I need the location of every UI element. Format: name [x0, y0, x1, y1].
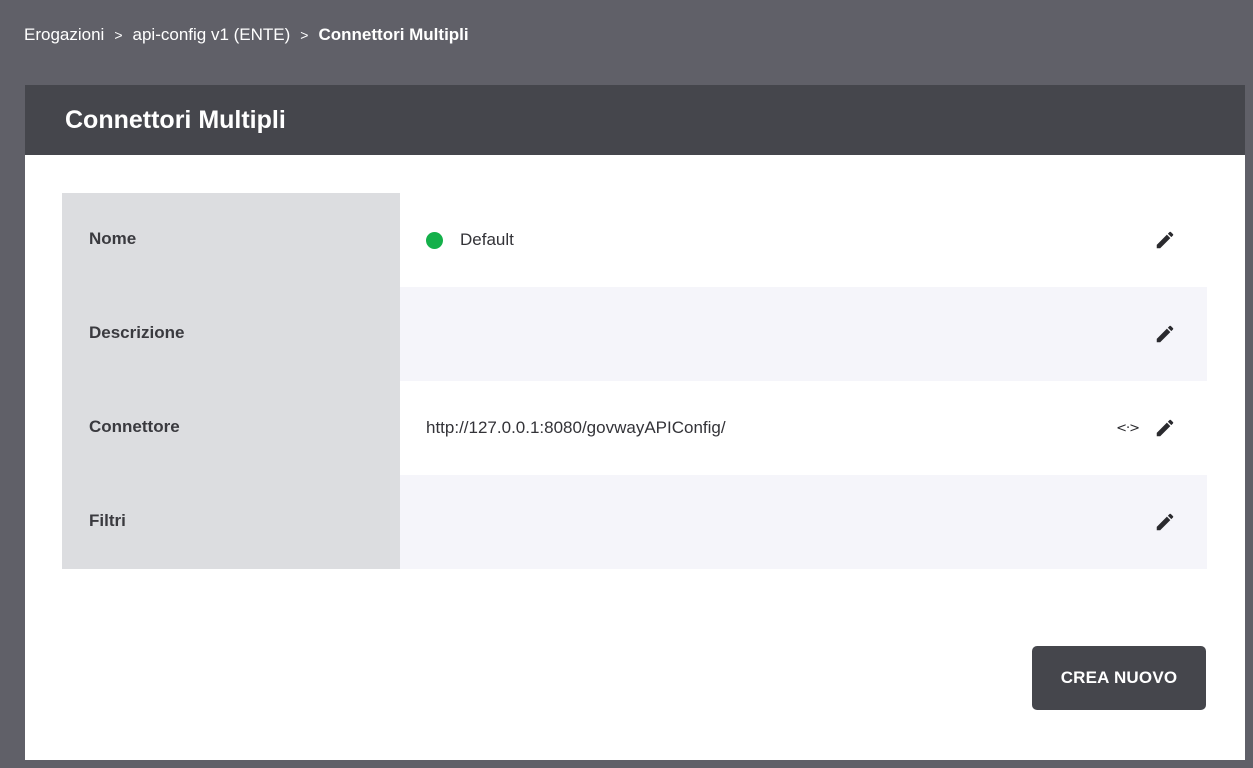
connectors-panel: Connettori Multipli Nome Default Descriz… — [25, 85, 1245, 760]
detail-row-descrizione: Descrizione — [62, 287, 1207, 381]
detail-label-connettore: Connettore — [62, 381, 400, 475]
connector-url-value: http://127.0.0.1:8080/govwayAPIConfig/ — [426, 418, 726, 437]
connector-detail-table: Nome Default Descrizione Connettore http… — [62, 193, 1207, 569]
breadcrumb-separator: > — [114, 27, 123, 43]
detail-value-cell: Default — [400, 193, 1207, 287]
panel-header: Connettori Multipli — [25, 85, 1245, 155]
edit-descrizione-pencil-icon[interactable] — [1153, 322, 1177, 346]
detail-row-filtri: Filtri — [62, 475, 1207, 569]
edit-connettore-pencil-icon[interactable] — [1153, 416, 1177, 440]
detail-value-cell — [400, 475, 1207, 569]
detail-label-nome: Nome — [62, 193, 400, 287]
breadcrumb-erogazioni-link[interactable]: Erogazioni — [24, 25, 104, 45]
breadcrumb: Erogazioni > api-config v1 (ENTE) > Conn… — [24, 0, 469, 70]
edit-filtri-pencil-icon[interactable] — [1153, 510, 1177, 534]
breadcrumb-api-config-link[interactable]: api-config v1 (ENTE) — [133, 25, 291, 45]
breadcrumb-separator: > — [300, 27, 309, 43]
status-active-icon — [426, 231, 443, 249]
detail-value-cell: http://127.0.0.1:8080/govwayAPIConfig/ <… — [400, 381, 1207, 475]
detail-value-cell — [400, 287, 1207, 381]
breadcrumb-current: Connettori Multipli — [318, 25, 469, 44]
connector-name-value: Default — [460, 230, 514, 249]
edit-nome-pencil-icon[interactable] — [1153, 228, 1177, 252]
detail-label-descrizione: Descrizione — [62, 287, 400, 381]
code-brackets-icon[interactable]: <·> — [1116, 421, 1140, 436]
detail-label-filtri: Filtri — [62, 475, 400, 569]
detail-row-connettore: Connettore http://127.0.0.1:8080/govwayA… — [62, 381, 1207, 475]
page-title: Connettori Multipli — [65, 105, 286, 134]
detail-row-nome: Nome Default — [62, 193, 1207, 287]
create-new-button[interactable]: CREA NUOVO — [1032, 646, 1206, 710]
